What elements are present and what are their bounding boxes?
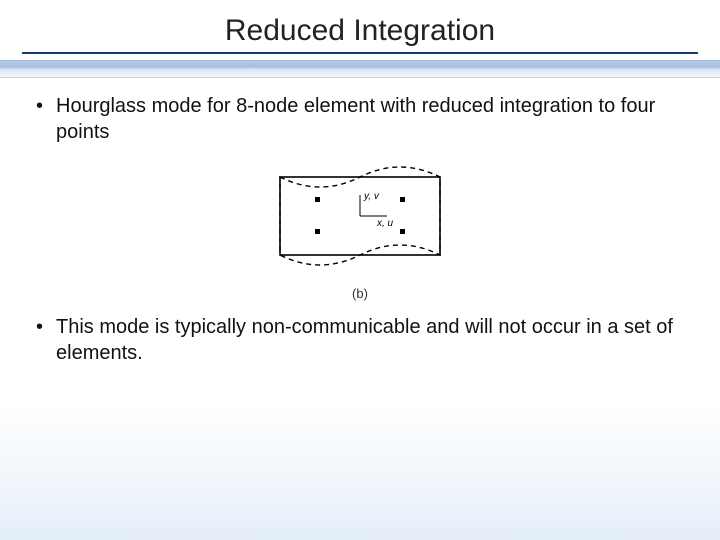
figure-caption: (b) [34, 286, 686, 301]
decorative-band [0, 60, 720, 78]
content-area: Hourglass mode for 8-node element with r… [0, 78, 720, 366]
axis-y-label: y, v [363, 191, 380, 202]
bullet-2: This mode is typically non-communicable … [34, 315, 686, 366]
bullet-1: Hourglass mode for 8-node element with r… [34, 94, 686, 145]
title-area: Reduced Integration [0, 0, 720, 54]
page-title: Reduced Integration [225, 14, 495, 48]
hourglass-figure: y, v x, u (b) [34, 159, 686, 301]
hourglass-diagram-icon: y, v x, u [245, 159, 475, 279]
axis-x-label: x, u [376, 218, 394, 229]
bullet-list: Hourglass mode for 8-node element with r… [34, 94, 686, 145]
slide: Reduced Integration Hourglass mode for 8… [0, 0, 720, 540]
bullet-list-2: This mode is typically non-communicable … [34, 315, 686, 366]
title-underline [22, 52, 699, 54]
